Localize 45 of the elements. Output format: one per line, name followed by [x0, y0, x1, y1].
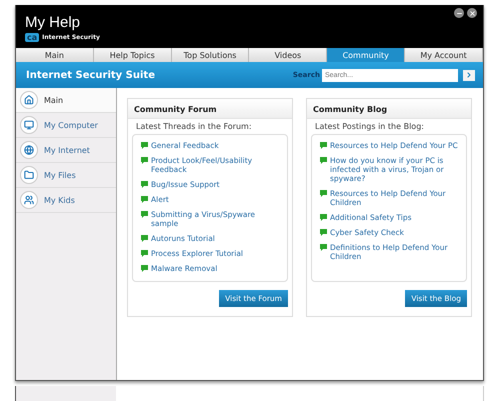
speech-bubble-icon [141, 181, 148, 188]
panel-subtitle: Latest Postings in the Blog: [314, 121, 425, 133]
suite-title: Internet Security Suite [26, 70, 156, 80]
close-button[interactable] [467, 8, 477, 18]
speech-bubble-icon [320, 229, 327, 236]
minimize-button[interactable] [454, 8, 464, 18]
logo-icon: ca [25, 33, 40, 42]
nav-tab[interactable]: Top Solutions [172, 48, 250, 62]
people-icon [20, 191, 38, 209]
nav-tab[interactable]: Community [327, 48, 406, 62]
sidebar-item[interactable]: My Files [16, 163, 116, 188]
speech-bubble-icon [320, 190, 327, 197]
globe-icon [20, 141, 38, 159]
folder-icon [20, 166, 38, 184]
nav-tab[interactable]: Main [16, 48, 94, 62]
speech-bubble-icon [141, 157, 148, 164]
sidebar-item[interactable]: My Computer [16, 113, 116, 138]
sidebar-label: Main [44, 96, 64, 104]
chevron-right-icon [465, 71, 473, 79]
sidebar-item[interactable]: My Kids [16, 188, 116, 213]
speech-bubble-icon [320, 244, 327, 251]
speech-bubble-icon [320, 157, 327, 164]
sidebar-item[interactable]: My Internet [16, 138, 116, 163]
close-icon [468, 10, 476, 16]
nav-tab[interactable]: Videos [249, 48, 328, 62]
speech-bubble-icon [141, 142, 148, 149]
speech-bubble-icon [141, 265, 148, 272]
window-title: My Help [25, 15, 82, 31]
home-icon [20, 91, 38, 109]
sidebar-label: My Files [44, 170, 76, 180]
nav-tab[interactable]: Help Topics [94, 48, 172, 62]
panel-subtitle: Latest Threads in the Forum: [135, 121, 253, 133]
search-go-button[interactable] [463, 70, 475, 80]
speech-bubble-icon [141, 196, 148, 203]
sidebar-item[interactable]: Main [16, 88, 116, 113]
sidebar-label: My Kids [44, 196, 75, 204]
speech-bubble-icon [320, 214, 327, 221]
nav-tab[interactable]: My Account [405, 48, 483, 62]
monitor-icon [20, 116, 38, 134]
speech-bubble-icon [141, 211, 148, 218]
speech-bubble-icon [141, 250, 148, 257]
speech-bubble-icon [320, 142, 327, 149]
sidebar-label: My Computer [44, 120, 98, 130]
sidebar-label: My Internet [44, 146, 90, 154]
speech-bubble-icon [141, 235, 148, 242]
